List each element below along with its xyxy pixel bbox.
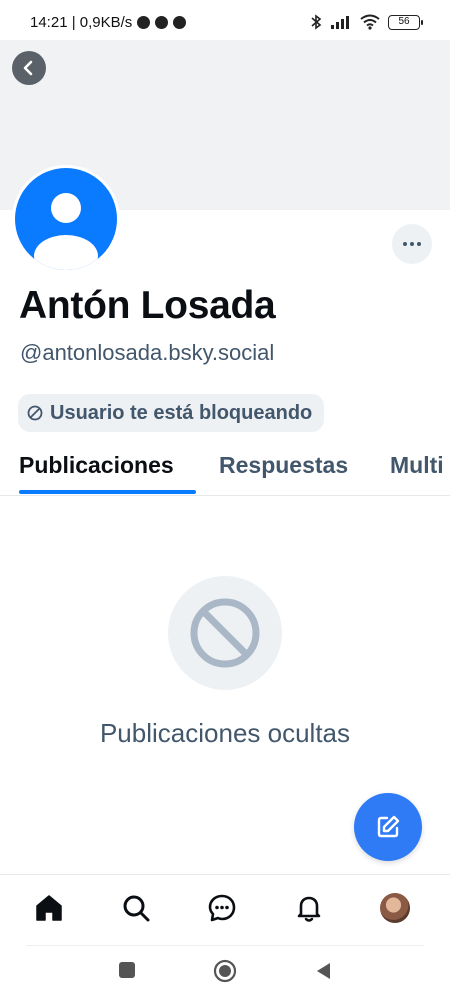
blocked-label: Usuario te está bloqueando: [50, 401, 313, 424]
bottom-navigation: [0, 874, 450, 946]
avatar[interactable]: [12, 165, 120, 273]
hidden-posts-circle: [168, 576, 282, 690]
battery-indicator: 56: [388, 14, 423, 30]
display-name: Antón Losada: [19, 284, 276, 327]
nav-chat[interactable]: [205, 891, 239, 925]
status-right: 56: [310, 13, 423, 31]
profile-avatar: [380, 893, 410, 923]
search-icon: [123, 895, 150, 922]
tab-publicaciones[interactable]: Publicaciones: [19, 452, 174, 479]
bluetooth-icon: [311, 14, 322, 30]
back-triangle-icon[interactable]: [314, 961, 332, 981]
bell-icon: [297, 896, 321, 922]
default-avatar-icon: [15, 168, 117, 270]
handle: @antonlosada.bsky.social: [20, 340, 275, 365]
status-left: 14:21 | 0,9KB/s: [30, 14, 187, 31]
block-icon: [27, 405, 43, 421]
wifi-icon: [360, 14, 380, 30]
compose-button[interactable]: [354, 793, 422, 861]
home-circle-icon[interactable]: [213, 959, 237, 983]
chat-icon: [208, 894, 236, 922]
blocked-badge: Usuario te está bloqueando: [18, 394, 325, 432]
profile-tabs: Publicaciones Respuestas Multi: [0, 446, 450, 496]
ellipsis-icon: [403, 242, 421, 246]
nav-home[interactable]: [32, 891, 66, 925]
signal-icon: [331, 16, 349, 29]
block-icon-large: [190, 598, 260, 668]
status-time: 14:21 | 0,9KB/s: [30, 14, 133, 31]
back-button[interactable]: [12, 51, 46, 85]
home-icon: [36, 895, 62, 921]
app-notification-icon-2: [173, 16, 187, 29]
hidden-posts-message: Publicaciones ocultas: [99, 718, 351, 748]
tab-respuestas[interactable]: Respuestas: [219, 452, 348, 479]
facebook-icon: [137, 16, 151, 29]
nav-profile[interactable]: [378, 891, 412, 925]
status-bar: 14:21 | 0,9KB/s 56: [0, 0, 450, 40]
nav-search[interactable]: [119, 891, 153, 925]
active-tab-indicator: [19, 490, 196, 494]
system-navigation: [0, 946, 450, 1000]
more-options-button[interactable]: [392, 224, 432, 264]
edit-icon: [377, 815, 400, 838]
app-notification-icon: [155, 16, 169, 29]
tab-multimedia[interactable]: Multi: [390, 452, 444, 479]
recents-square-icon[interactable]: [118, 961, 136, 979]
chevron-left-icon: [23, 60, 33, 76]
nav-notifications[interactable]: [292, 891, 326, 925]
